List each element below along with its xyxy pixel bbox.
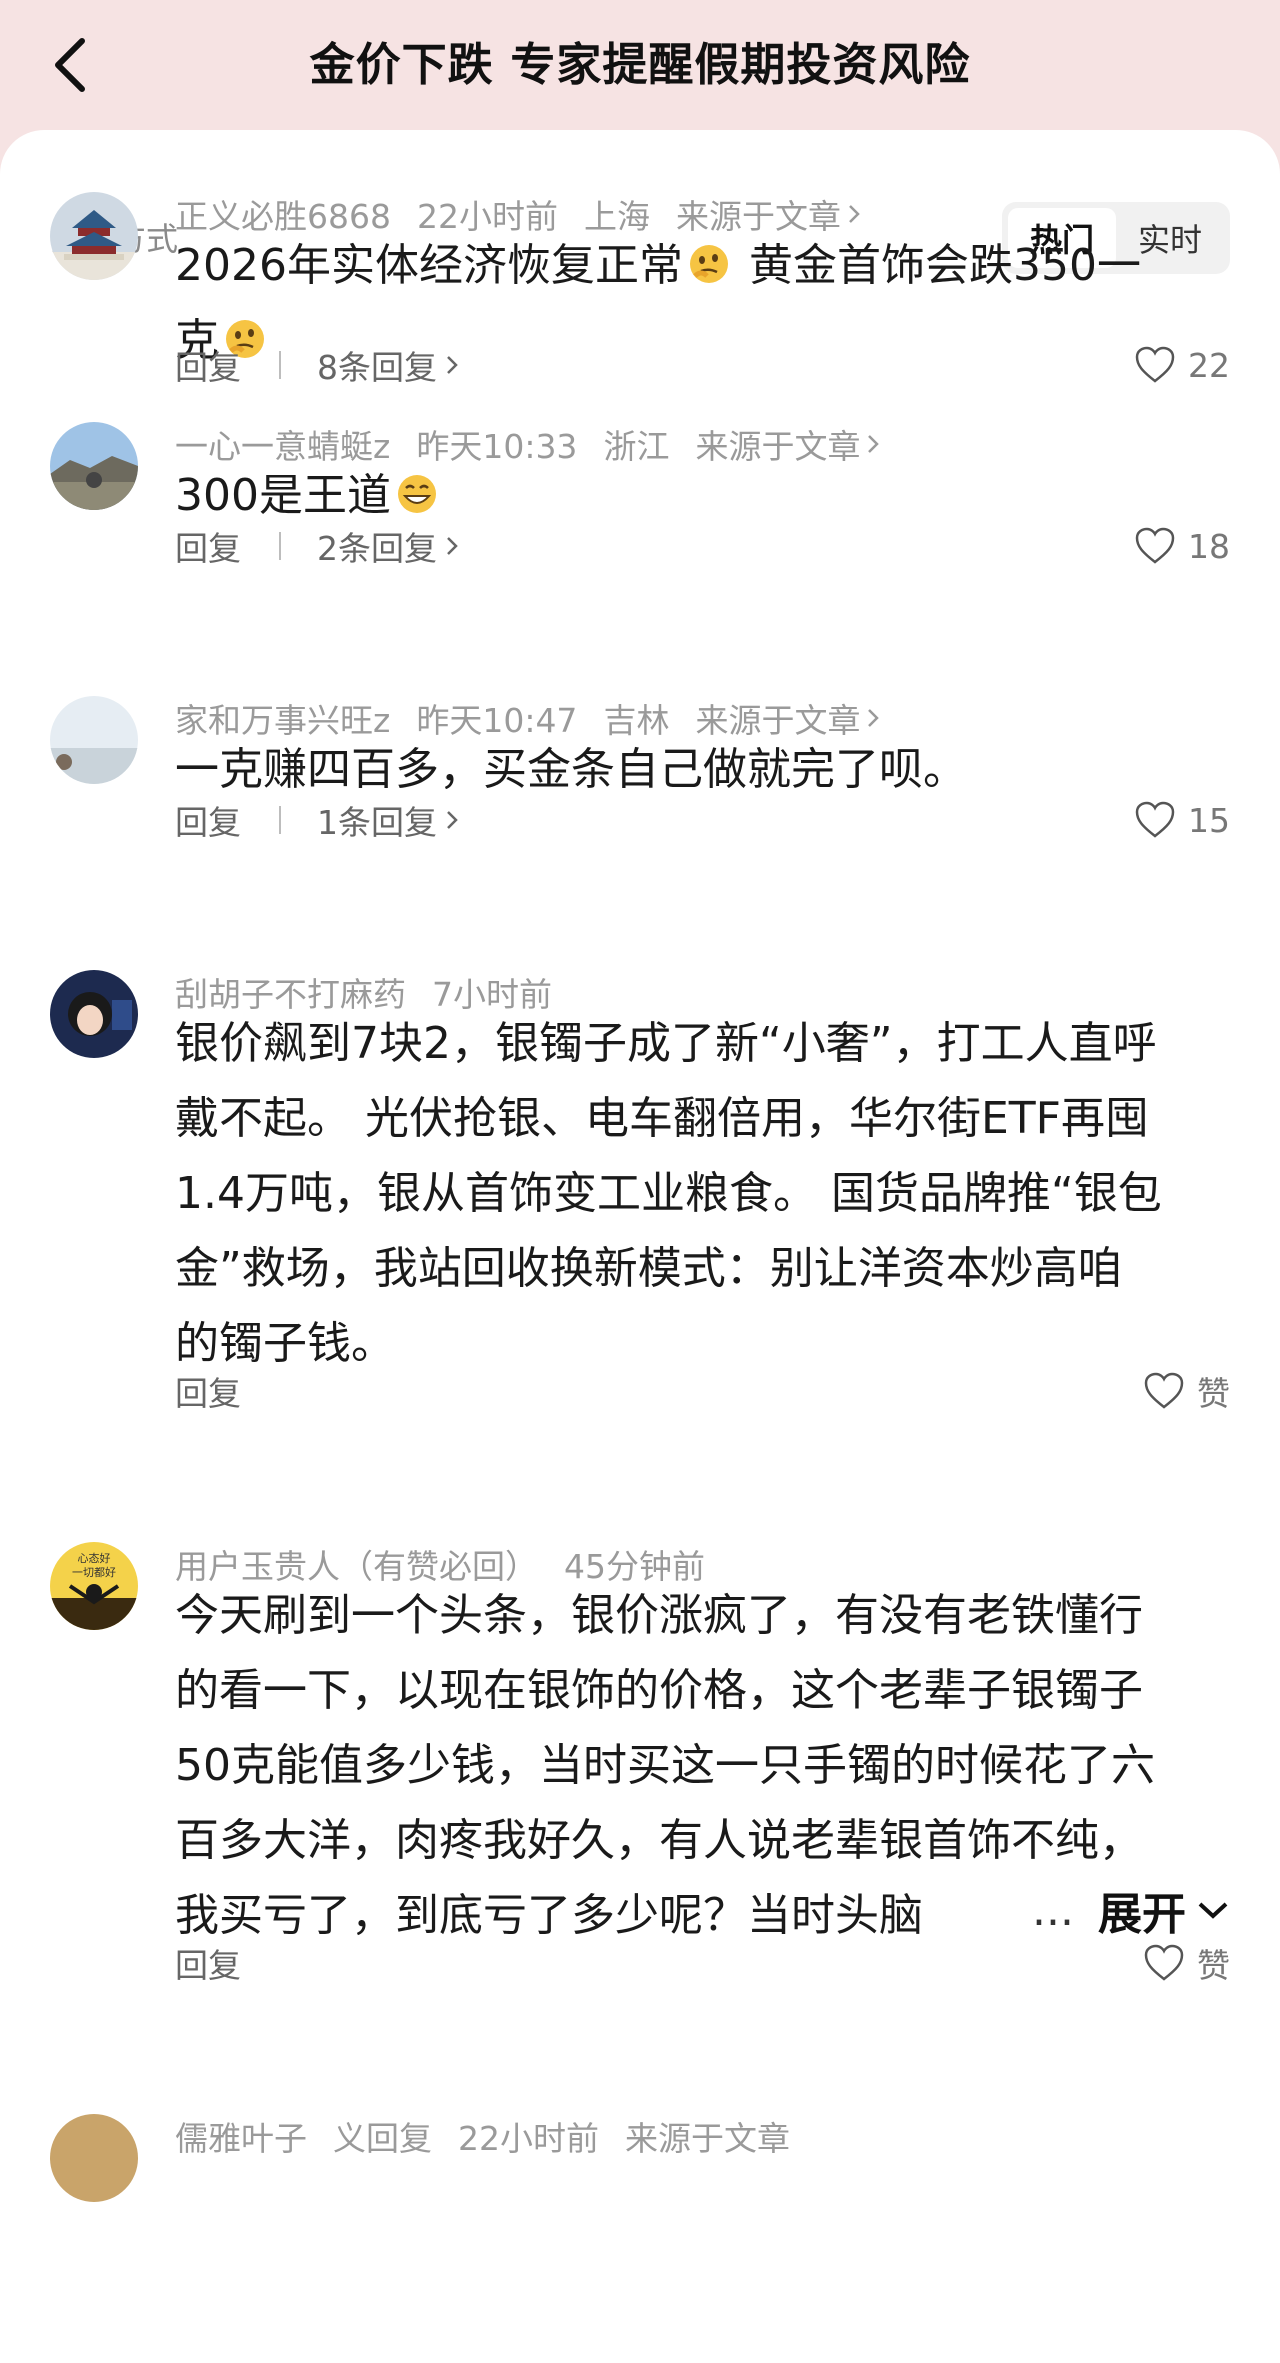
comment-text: 银价飙到7块2，银镯子成了新“小奢”，打工人直呼 戴不起。 光伏抢银、电车翻倍用…	[175, 1018, 1162, 1369]
replies-count: 8条回复	[317, 348, 437, 387]
page-title: 金价下跌 专家提醒假期投资风险	[309, 38, 971, 91]
replies-count: 1条回复	[317, 803, 437, 842]
view-replies-link[interactable]: 1条回复	[317, 796, 459, 844]
comment-text-part: 黄金首饰会跌350一	[734, 240, 1141, 291]
reply-button[interactable]: 回复	[175, 341, 241, 389]
svg-text:心态好: 心态好	[78, 1551, 111, 1565]
like-button[interactable]: 18	[1134, 521, 1230, 571]
comment-actions: 回复 1条回复 15	[175, 795, 1230, 845]
view-replies-link[interactable]: 8条回复	[317, 341, 459, 389]
top-bar: 金价下跌 专家提醒假期投资风险	[0, 0, 1280, 140]
heart-icon	[1135, 346, 1175, 383]
user-avatar[interactable]	[50, 2114, 138, 2202]
like-label: 赞	[1197, 1946, 1230, 1985]
user-avatar[interactable]	[50, 696, 138, 784]
reply-button[interactable]: 回复	[175, 796, 241, 844]
comment-item: 家和万事兴旺z 昨天10:47 吉林 来源于文章 一克赚四百多，买金条自己做就完…	[0, 696, 1280, 876]
chevron-right-icon	[447, 811, 458, 829]
cartoon-avatar-icon	[50, 970, 138, 1058]
like-button[interactable]: 15	[1134, 795, 1230, 845]
comment-time: 22小时前	[458, 2119, 599, 2158]
chevron-right-icon	[868, 435, 880, 453]
like-button[interactable]: 赞	[1143, 1938, 1230, 1988]
heart-icon	[1144, 1372, 1184, 1409]
replies-count: 2条回复	[317, 529, 437, 568]
user-avatar[interactable]: 心态好 一切都好	[50, 1542, 138, 1630]
source-label: 来源于文章	[625, 2119, 790, 2158]
comment-actions: 回复 赞	[175, 1366, 1230, 1416]
reply-button[interactable]: 回复	[175, 1367, 241, 1415]
reply-context: 义回复	[333, 2119, 432, 2158]
divider	[279, 351, 281, 379]
comment-item: 心态好 一切都好 用户玉贵人（有赞必回） 45分钟前 今天刷到一个头条，银价涨疯…	[0, 1542, 1280, 2022]
comment-item: 刮胡子不打麻药 7小时前 银价飙到7块2，银镯子成了新“小奢”，打工人直呼 戴不…	[0, 970, 1280, 1450]
view-replies-link[interactable]: 2条回复	[317, 522, 459, 570]
chevron-right-icon	[868, 709, 880, 727]
heart-icon	[1135, 527, 1175, 564]
heart-icon	[1135, 801, 1175, 838]
heart-icon	[1144, 1944, 1184, 1981]
chevron-right-icon	[447, 356, 458, 374]
reply-button[interactable]: 回复	[175, 1939, 241, 1987]
like-label: 赞	[1197, 1374, 1230, 1413]
temple-avatar-icon	[50, 192, 138, 280]
user-avatar[interactable]	[50, 970, 138, 1058]
comment-item: 一心一意蜻蜓z 昨天10:33 浙江 来源于文章 300是王道 回复 2条回复 …	[0, 422, 1280, 602]
divider	[279, 532, 281, 560]
username[interactable]: 儒雅叶子	[175, 2112, 307, 2160]
like-count: 18	[1188, 526, 1230, 566]
ellipsis: ...	[1032, 1884, 1074, 1936]
comment-text-part: 2026年实体经济恢复正常	[175, 240, 683, 291]
comment-actions: 回复 2条回复 18	[175, 521, 1230, 571]
sky-avatar-icon	[50, 696, 138, 784]
like-count: 15	[1188, 800, 1230, 840]
sunset-avatar-icon: 心态好 一切都好	[50, 1542, 138, 1630]
user-avatar[interactable]	[50, 422, 138, 510]
user-avatar[interactable]	[50, 192, 138, 280]
comment-actions: 回复 赞	[175, 1938, 1230, 1988]
grinning-emoji-icon	[397, 475, 436, 513]
chevron-right-icon	[849, 205, 860, 223]
source-link[interactable]: 来源于文章	[625, 2112, 816, 2160]
comments-sheet: 排序方式 热门 实时 正义必胜6868 22小时前 上海 来源于文章 2026年…	[0, 130, 1280, 2363]
reply-button[interactable]: 回复	[175, 522, 241, 570]
comment-text-part: 300是王道	[175, 470, 391, 521]
like-count: 22	[1188, 345, 1230, 385]
chevron-right-icon	[447, 537, 458, 555]
comment-item: 儒雅叶子 义回复 22小时前 来源于文章	[0, 2114, 1280, 2202]
expand-label: 展开	[1098, 1889, 1186, 1940]
chevron-down-icon	[1198, 1902, 1228, 1919]
like-button[interactable]: 赞	[1143, 1366, 1230, 1416]
avatar-icon	[50, 2114, 138, 2202]
thinking-emoji-icon	[689, 245, 728, 283]
comment-actions: 回复 8条回复 22	[175, 340, 1230, 390]
landscape-avatar-icon	[50, 422, 138, 510]
expand-button[interactable]: ... 展开	[1022, 1878, 1230, 1942]
comment-item: 正义必胜6868 22小时前 上海 来源于文章 2026年实体经济恢复正常 黄金…	[0, 192, 1280, 422]
comment-meta: 儒雅叶子 义回复 22小时前 来源于文章	[175, 2114, 842, 2158]
like-button[interactable]: 22	[1134, 340, 1230, 390]
svg-text:一切都好: 一切都好	[72, 1565, 116, 1579]
divider	[279, 806, 281, 834]
